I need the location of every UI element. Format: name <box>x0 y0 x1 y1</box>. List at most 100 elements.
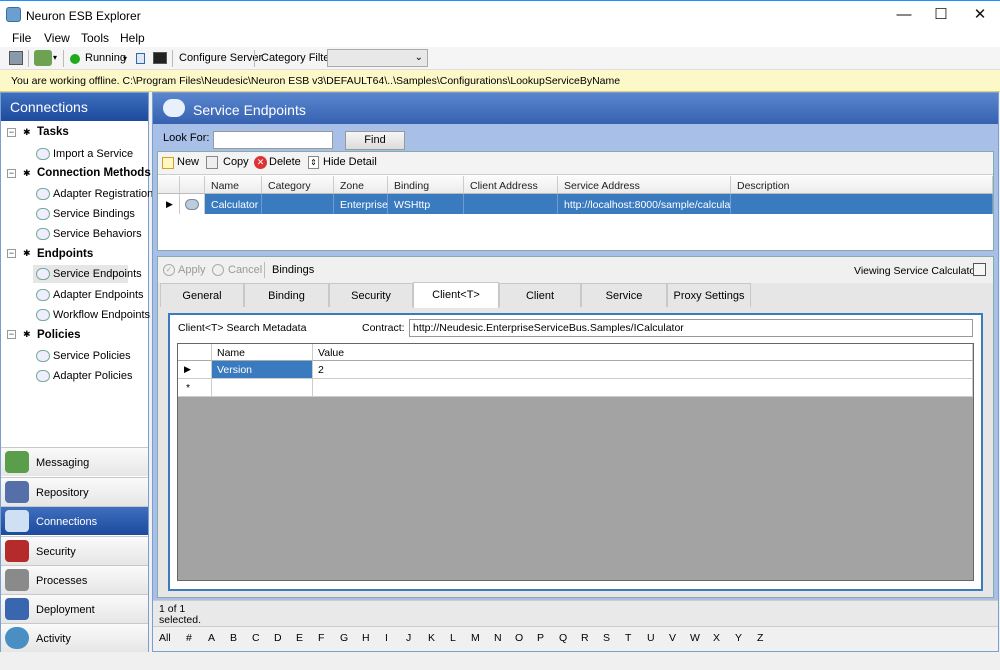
alpha-s[interactable]: S <box>603 632 610 644</box>
alpha-i[interactable]: I <box>385 632 388 644</box>
menu-file[interactable]: File <box>12 31 31 45</box>
nav-repository[interactable]: Repository <box>1 477 148 506</box>
cancel-button[interactable]: Cancel <box>228 264 262 276</box>
cell-binding[interactable]: WSHttp <box>388 194 464 214</box>
apply-button[interactable]: Apply <box>178 264 206 276</box>
status-running[interactable]: Running <box>85 52 126 64</box>
tab-client-connector[interactable]: Client Connector <box>499 283 581 326</box>
tree-item-adapter-registration[interactable]: Adapter Registration <box>53 188 153 200</box>
tab-security[interactable]: Security <box>329 283 413 307</box>
tree-group-connection-methods[interactable]: Connection Methods <box>37 167 151 179</box>
menu-help[interactable]: Help <box>120 31 145 45</box>
alpha-h[interactable]: H <box>362 632 370 644</box>
tree-item-workflow-endpoints[interactable]: Workflow Endpoints <box>53 309 150 321</box>
cell-client-address[interactable] <box>464 194 558 214</box>
tree-item-adapter-endpoints[interactable]: Adapter Endpoints <box>53 289 144 301</box>
tree-group-endpoints[interactable]: Endpoints <box>37 248 93 260</box>
alpha-k[interactable]: K <box>428 632 435 644</box>
look-for-input[interactable] <box>213 131 333 149</box>
cell-service-address[interactable]: http://localhost:8000/sample/calculator <box>558 194 743 214</box>
metadata-cell-value[interactable]: 2 <box>313 361 973 379</box>
alpha-j[interactable]: J <box>406 632 411 644</box>
maximize-detail-icon[interactable] <box>973 263 986 276</box>
tree-item-import-a-service[interactable]: Import a Service <box>53 148 133 160</box>
tree-group-policies[interactable]: Policies <box>37 329 80 341</box>
connect-icon[interactable] <box>34 50 52 66</box>
column-header-category[interactable]: Category <box>262 176 334 194</box>
info-icon[interactable] <box>136 53 145 64</box>
nav-deployment[interactable]: Deployment <box>1 594 148 623</box>
tab-proxy-settings[interactable]: Proxy Settings <box>667 283 751 307</box>
status-dropdown-arrow[interactable]: ▾ <box>123 54 127 63</box>
save-icon[interactable] <box>9 51 23 65</box>
alpha-r[interactable]: R <box>581 632 589 644</box>
alpha-v[interactable]: V <box>669 632 676 644</box>
alpha-y[interactable]: Y <box>735 632 742 644</box>
find-button[interactable]: Find <box>345 131 405 150</box>
alpha-w[interactable]: W <box>690 632 700 644</box>
cell-description[interactable] <box>731 194 993 214</box>
close-button[interactable]: ✕ <box>960 1 1000 29</box>
alpha-g[interactable]: G <box>340 632 348 644</box>
alpha-c[interactable]: C <box>252 632 260 644</box>
alpha-o[interactable]: O <box>515 632 523 644</box>
collapse-toggle[interactable]: − <box>7 249 16 258</box>
delete-button[interactable]: Delete <box>269 156 301 168</box>
column-header-zone[interactable]: Zone <box>334 176 388 194</box>
tab-binding[interactable]: Binding <box>244 283 329 307</box>
tab-service-connector[interactable]: Service Connector <box>581 283 667 326</box>
alpha-t[interactable]: T <box>625 632 631 644</box>
alpha-l[interactable]: L <box>450 632 456 644</box>
tab-general[interactable]: General <box>160 283 244 307</box>
metadata-cell-name[interactable]: Version <box>212 361 313 379</box>
tab-client-t[interactable]: Client<T> <box>413 282 499 308</box>
maximize-button[interactable]: ☐ <box>921 1 961 29</box>
menu-view[interactable]: View <box>44 31 70 45</box>
nav-security[interactable]: Security <box>1 536 148 565</box>
tree-item-service-bindings[interactable]: Service Bindings <box>53 208 135 220</box>
nav-messaging[interactable]: Messaging <box>1 447 148 476</box>
new-row-name-cell[interactable] <box>212 379 313 397</box>
tree-item-service-behaviors[interactable]: Service Behaviors <box>53 228 142 240</box>
nav-activity[interactable]: Activity <box>1 623 148 652</box>
copy-button[interactable]: Copy <box>223 156 249 168</box>
new-button[interactable]: New <box>177 156 199 168</box>
minimize-button[interactable]: — <box>884 1 924 29</box>
cell-zone[interactable]: Enterprise <box>334 194 388 214</box>
contract-field[interactable]: http://Neudesic.EnterpriseServiceBus.Sam… <box>409 319 973 337</box>
alpha-e[interactable]: E <box>296 632 303 644</box>
tree-item-service-endpoints[interactable]: Service Endpoints <box>53 268 142 280</box>
collapse-toggle[interactable]: − <box>7 128 16 137</box>
collapse-toggle[interactable]: − <box>7 330 16 339</box>
metadata-column-value[interactable]: Value <box>313 344 973 361</box>
metadata-column-name[interactable]: Name <box>212 344 313 361</box>
column-header-binding[interactable]: Binding <box>388 176 464 194</box>
tree-item-service-policies[interactable]: Service Policies <box>53 350 131 362</box>
alpha-x[interactable]: X <box>713 632 720 644</box>
hide-detail-button[interactable]: Hide Detail <box>323 156 377 168</box>
nav-connections[interactable]: Connections <box>1 506 148 535</box>
cell-category[interactable] <box>262 194 334 214</box>
tree-group-tasks[interactable]: Tasks <box>37 126 69 138</box>
alpha-z[interactable]: Z <box>757 632 763 644</box>
nav-processes[interactable]: Processes <box>1 565 148 594</box>
alpha-f[interactable]: F <box>318 632 324 644</box>
alpha-n[interactable]: N <box>494 632 502 644</box>
column-header-client-address[interactable]: Client Address <box>464 176 558 194</box>
column-header-service-address[interactable]: Service Address <box>558 176 731 194</box>
column-header-name[interactable]: Name <box>205 176 262 194</box>
category-filter-select[interactable]: ⌄ <box>327 49 428 67</box>
alpha-d[interactable]: D <box>274 632 282 644</box>
alpha-all[interactable]: All <box>159 632 171 644</box>
collapse-toggle[interactable]: − <box>7 169 16 178</box>
alpha-m[interactable]: M <box>471 632 480 644</box>
connect-dropdown-arrow[interactable]: ▾ <box>53 53 57 62</box>
alpha-a[interactable]: A <box>208 632 215 644</box>
alpha-hash[interactable]: # <box>186 632 192 644</box>
configure-server-button[interactable]: Configure Server <box>179 52 262 64</box>
column-header-description[interactable]: Description <box>731 176 993 194</box>
new-row-value-cell[interactable] <box>313 379 973 397</box>
cell-name[interactable]: Calculator <box>205 194 262 214</box>
menu-tools[interactable]: Tools <box>81 31 109 45</box>
alpha-u[interactable]: U <box>647 632 655 644</box>
